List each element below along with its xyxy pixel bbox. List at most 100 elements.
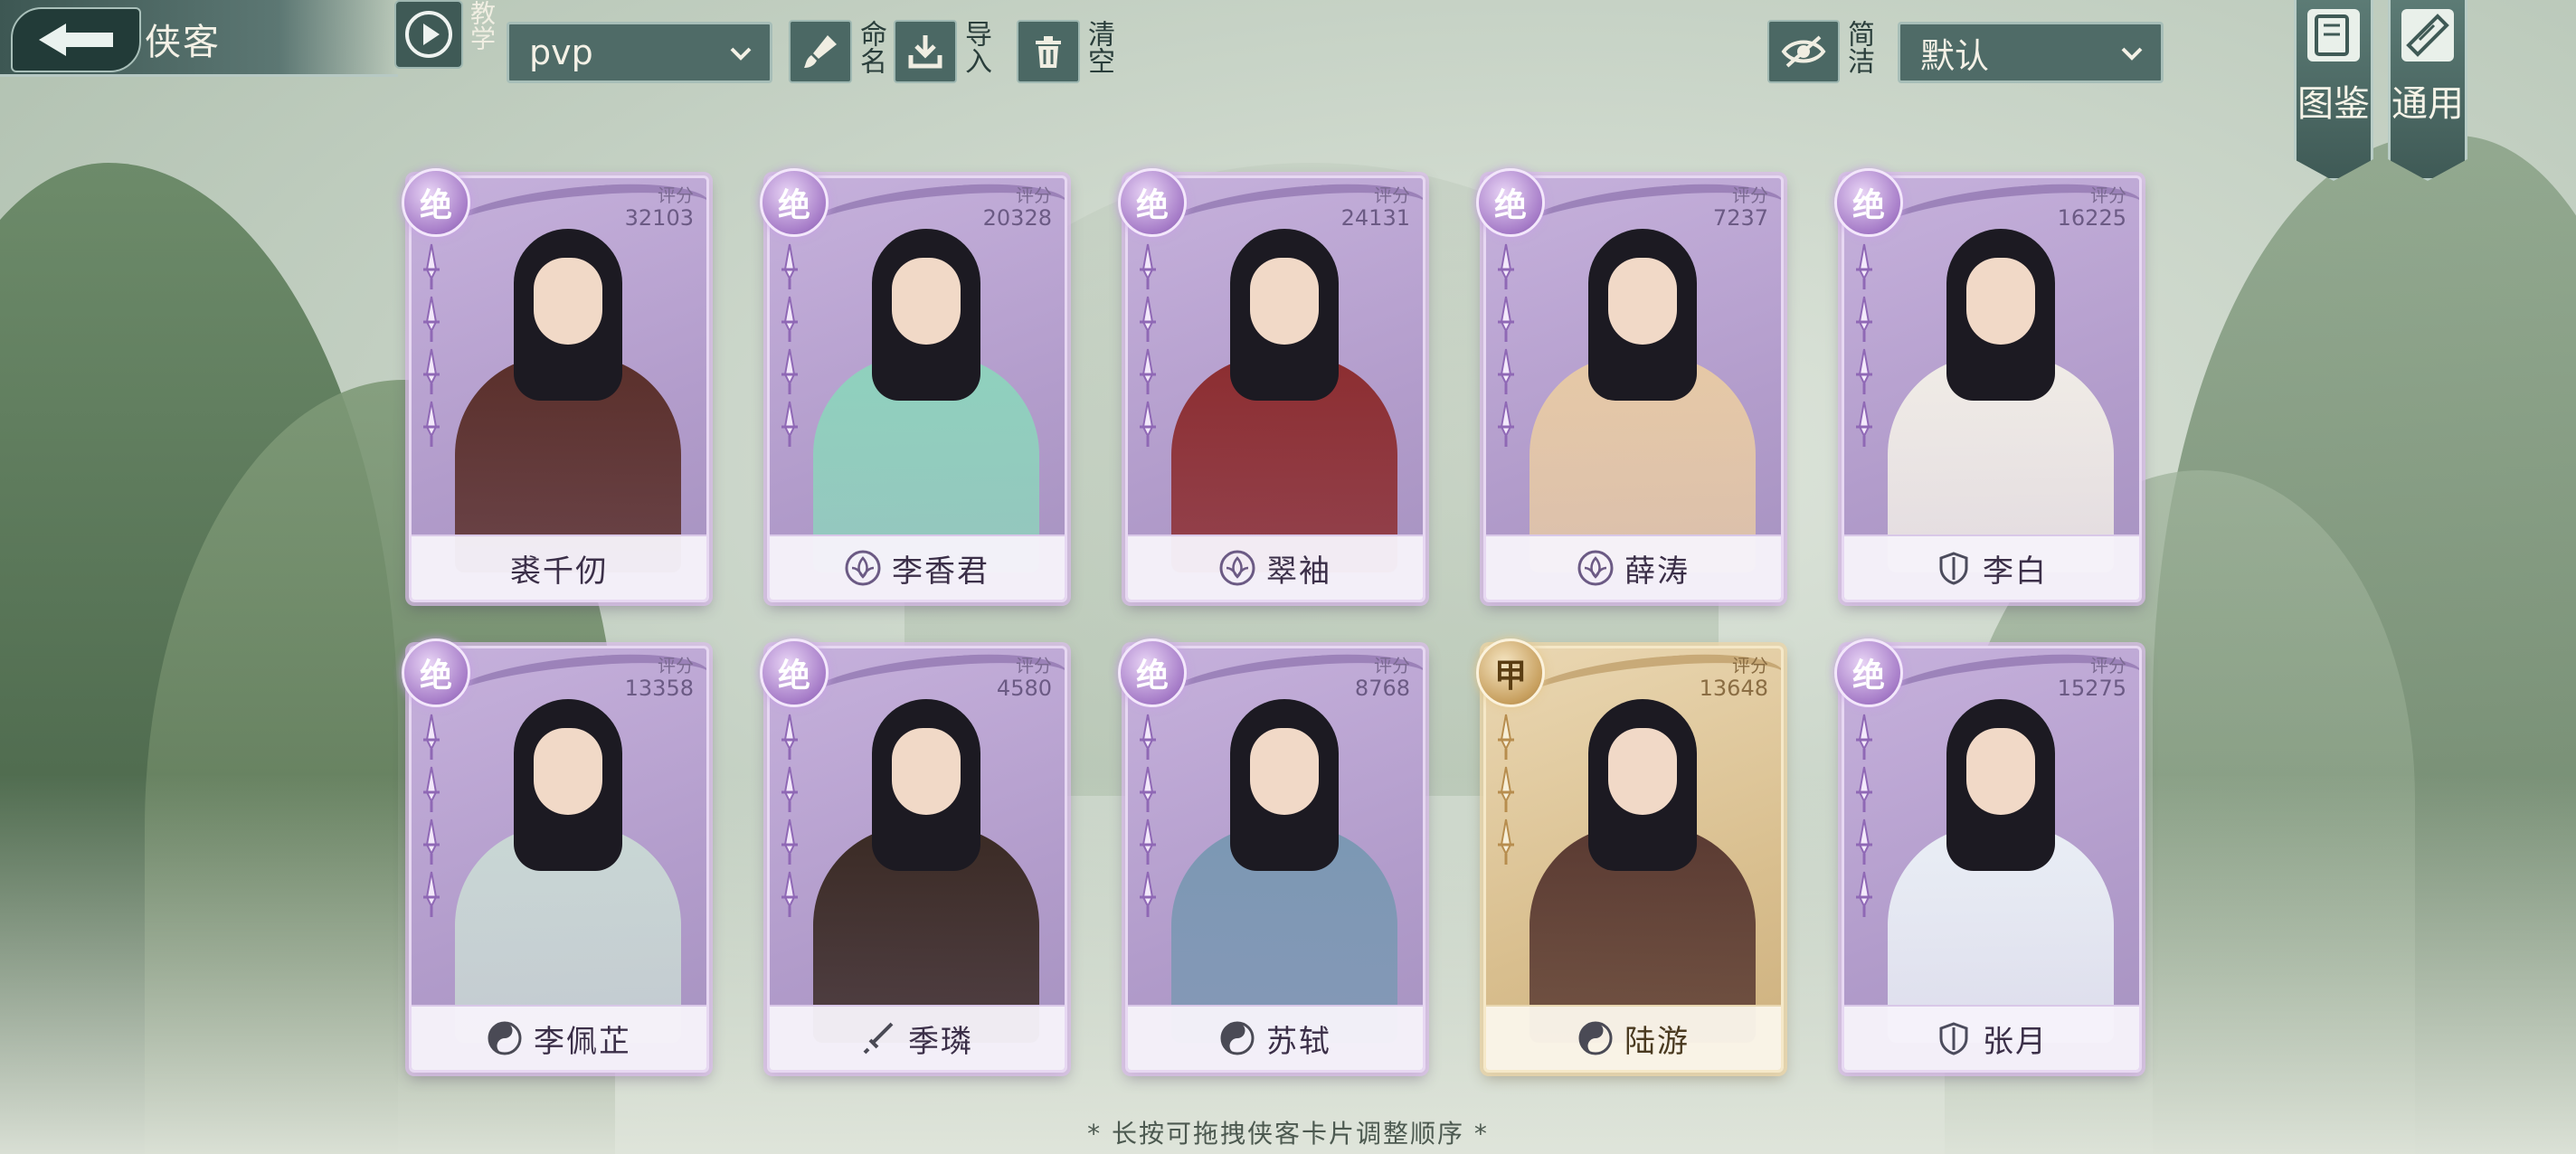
hero-portrait: [1155, 681, 1414, 1043]
star-column: [1851, 713, 1887, 922]
star-dagger-icon: [776, 818, 803, 866]
hero-portrait: [1513, 681, 1772, 1043]
rank-badge: 绝: [1834, 638, 1903, 707]
taiji-icon: [1219, 1020, 1255, 1056]
rank-badge: 绝: [402, 168, 470, 237]
back-arrow-icon: [39, 24, 113, 56]
import-button[interactable]: 导入: [894, 20, 991, 83]
star-dagger-icon: [418, 765, 445, 814]
score-label: 评分: [658, 655, 694, 676]
star-dagger-icon: [1134, 713, 1161, 761]
score-label: 评分: [2090, 184, 2126, 206]
star-column: [776, 242, 812, 452]
score-label: 评分: [1016, 655, 1052, 676]
star-column: [418, 713, 454, 922]
hero-portrait: [1155, 211, 1414, 572]
star-dagger-icon: [776, 765, 803, 814]
hero-name: 苏轼: [1266, 1023, 1331, 1060]
lotus-icon: [845, 550, 881, 586]
star-dagger-icon: [418, 242, 445, 291]
name-bar: 薛涛: [1486, 534, 1781, 600]
drag-hint: * 长按可拖拽侠客卡片调整顺序 *: [1087, 1119, 1489, 1149]
hero-name: 李香君: [892, 553, 990, 590]
star-dagger-icon: [1134, 295, 1161, 344]
star-column: [1134, 242, 1170, 452]
star-column: [1134, 713, 1170, 922]
hero-card[interactable]: 评分 16225 李白 绝: [1834, 168, 2142, 602]
hero-card[interactable]: 评分 15275 张月 绝: [1834, 638, 2142, 1073]
hero-name: 裘千仞: [510, 553, 608, 590]
star-dagger-icon: [1134, 242, 1161, 291]
star-dagger-icon: [1492, 347, 1520, 396]
name-bar: 李佩芷: [412, 1005, 706, 1070]
hero-card[interactable]: 评分 24131 翠袖 绝: [1118, 168, 1425, 602]
lotus-icon: [1577, 550, 1614, 586]
sort-select[interactable]: 默认: [1898, 22, 2164, 83]
hero-card[interactable]: 评分 13358 李佩芷 绝: [402, 638, 709, 1073]
general-label: 通用: [2391, 83, 2464, 125]
star-dagger-icon: [1134, 347, 1161, 396]
name-bar: 张月: [1844, 1005, 2139, 1070]
star-dagger-icon: [776, 295, 803, 344]
team-select[interactable]: pvp: [507, 22, 772, 83]
hero-card[interactable]: 评分 8768 苏轼 绝: [1118, 638, 1425, 1073]
hero-card[interactable]: 评分 32103 裘千仞 绝: [402, 168, 709, 602]
hero-portrait: [439, 681, 697, 1043]
star-dagger-icon: [1492, 295, 1520, 344]
chevron-down-icon: [730, 47, 752, 61]
simple-mode-button[interactable]: 简洁: [1767, 20, 1874, 83]
star-dagger-icon: [1134, 400, 1161, 449]
tutorial-label: 教学: [467, 0, 497, 51]
score-value: 16225: [2057, 205, 2126, 231]
star-dagger-icon: [1134, 765, 1161, 814]
general-button[interactable]: 通用: [2388, 0, 2467, 181]
name-bar: 李香君: [770, 534, 1065, 600]
hero-name: 翠袖: [1266, 553, 1331, 590]
rename-button[interactable]: 命名: [789, 20, 886, 83]
hero-name: 陆游: [1624, 1023, 1690, 1060]
star-dagger-icon: [1851, 765, 1878, 814]
name-bar: 陆游: [1486, 1005, 1781, 1070]
page-title: 侠客: [145, 22, 221, 63]
simple-label: 简洁: [1842, 20, 1874, 74]
trash-icon: [1017, 20, 1080, 83]
brush-icon: [789, 20, 852, 83]
score-label: 评分: [1374, 655, 1410, 676]
star-column: [1492, 713, 1529, 870]
name-bar: 季璘: [770, 1005, 1065, 1070]
hero-card[interactable]: 评分 20328 李香君 绝: [760, 168, 1067, 602]
star-dagger-icon: [776, 400, 803, 449]
rank-badge: 绝: [760, 638, 829, 707]
hero-name: 薛涛: [1624, 553, 1690, 590]
star-dagger-icon: [1492, 765, 1520, 814]
score-label: 评分: [1732, 655, 1768, 676]
import-label: 导入: [960, 20, 991, 74]
hero-portrait: [1871, 211, 2130, 572]
rank-badge: 绝: [402, 638, 470, 707]
score-label: 评分: [1374, 184, 1410, 206]
rank-badge: 甲: [1476, 638, 1545, 707]
back-button[interactable]: [11, 7, 141, 72]
hero-card[interactable]: 评分 13648 陆游 甲: [1476, 638, 1784, 1073]
score-value: 20328: [982, 205, 1052, 231]
star-dagger-icon: [1851, 713, 1878, 761]
score-value: 13358: [624, 676, 694, 701]
name-bar: 李白: [1844, 534, 2139, 600]
hero-card[interactable]: 评分 4580 季璘 绝: [760, 638, 1067, 1073]
clear-button[interactable]: 清空: [1017, 20, 1114, 83]
star-dagger-icon: [1851, 347, 1878, 396]
hero-card[interactable]: 评分 7237 薛涛 绝: [1476, 168, 1784, 602]
rank-badge: 绝: [1118, 168, 1187, 237]
gallery-button[interactable]: 图鉴: [2294, 0, 2373, 181]
star-dagger-icon: [418, 818, 445, 866]
tutorial-button[interactable]: 教学: [394, 0, 497, 69]
hero-portrait: [439, 211, 697, 572]
star-dagger-icon: [418, 713, 445, 761]
score-value: 13648: [1699, 676, 1768, 701]
hero-portrait: [797, 681, 1056, 1043]
score-value: 24131: [1340, 205, 1410, 231]
score-value: 32103: [624, 205, 694, 231]
score-label: 评分: [2090, 655, 2126, 676]
play-icon: [394, 0, 463, 69]
name-bar: 裘千仞: [412, 534, 706, 600]
